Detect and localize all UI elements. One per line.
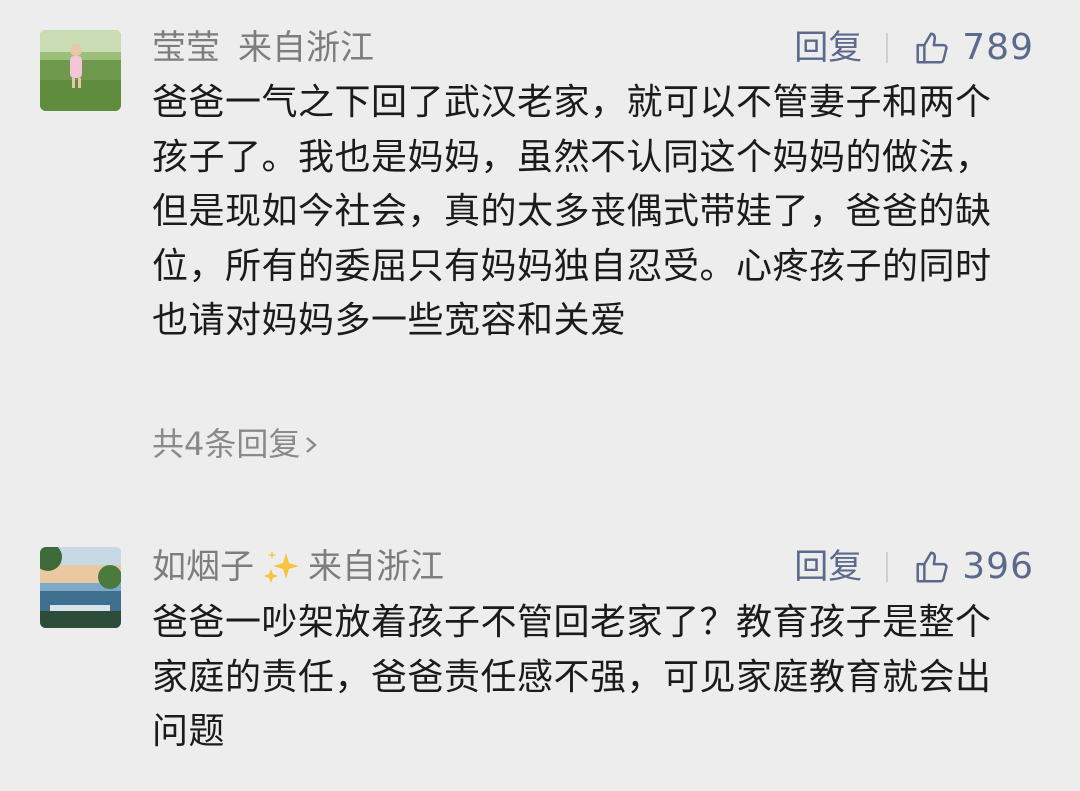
location-label: 来自浙江 — [238, 28, 374, 68]
reply-button[interactable]: 回复 — [794, 28, 862, 68]
comment-text: 爸爸一气之下回了武汉老家，就可以不管妻子和两个孩子了。我也是妈妈，虽然不认同这个… — [152, 82, 992, 341]
like-count: 789 — [962, 27, 1034, 68]
divider — [886, 552, 889, 582]
replies-link[interactable]: 共4条回复 — [152, 424, 318, 464]
divider — [886, 33, 889, 63]
comment-actions: 回复 396 — [794, 546, 1034, 588]
thumbs-up-icon[interactable] — [912, 548, 950, 586]
comment-header: 如烟子 来自浙江 — [152, 547, 444, 587]
avatar[interactable] — [40, 30, 121, 111]
sparkle-icon — [264, 551, 299, 583]
comment-header: 莹莹 来自浙江 — [152, 28, 374, 68]
comment-text: 爸爸一吵架放着孩子不管回老家了？教育孩子是整个家庭的责任，爸爸责任感不强，可见家… — [152, 602, 992, 752]
avatar[interactable] — [40, 547, 121, 628]
replies-link-label: 共4条回复 — [152, 425, 301, 463]
comment-actions: 回复 789 — [794, 27, 1034, 69]
username[interactable]: 莹莹 — [152, 28, 220, 68]
location-label: 来自浙江 — [308, 547, 444, 587]
reply-button[interactable]: 回复 — [794, 547, 862, 587]
username[interactable]: 如烟子 — [152, 547, 254, 587]
like-count: 396 — [962, 546, 1034, 587]
thumbs-up-icon[interactable] — [912, 29, 950, 67]
chevron-right-icon — [306, 437, 318, 453]
